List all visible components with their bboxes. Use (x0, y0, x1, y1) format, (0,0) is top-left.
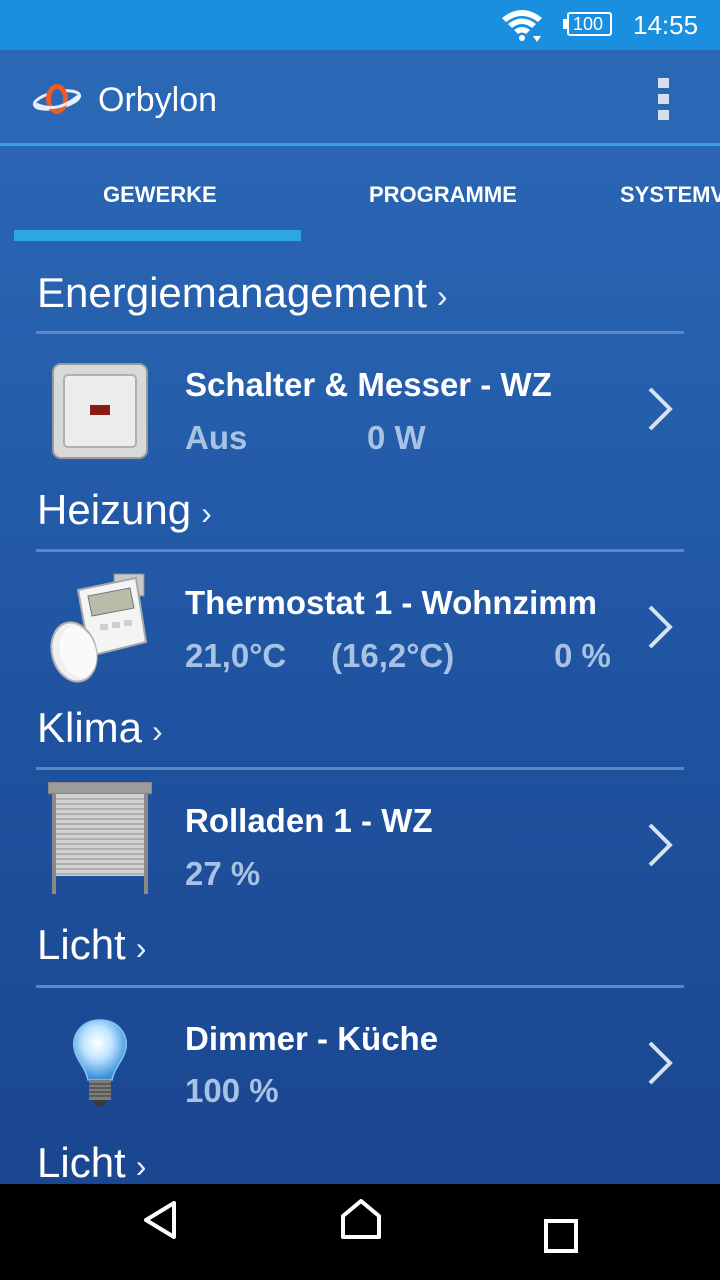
system-nav-bar (0, 1184, 720, 1280)
thermostat-icon (50, 573, 148, 683)
device-name: Schalter & Messer - WZ (185, 366, 552, 403)
light-bulb-icon (73, 1019, 127, 1106)
menu-dot-icon (658, 110, 669, 120)
section-title: Licht (37, 1139, 126, 1184)
orbylon-logo-icon (32, 84, 82, 114)
chevron-right-icon (648, 387, 673, 431)
status-bar: 100 14:55 (0, 0, 720, 50)
battery-level: 100 (572, 14, 604, 34)
status-time: 14:55 (633, 10, 699, 40)
back-icon[interactable] (140, 1200, 180, 1240)
section-header-licht[interactable]: Licht › (37, 920, 146, 973)
wifi-icon (502, 10, 542, 42)
device-target-temp: (16,2°C) (331, 637, 455, 674)
device-name: Dimmer - Küche (185, 1020, 439, 1057)
roller-shutter-icon (48, 782, 152, 894)
chevron-right-icon (648, 823, 673, 867)
section-divider (36, 767, 684, 770)
section-title: Klima (37, 704, 143, 751)
menu-dot-icon (658, 78, 669, 88)
section-header-klima[interactable]: Klima › (37, 703, 163, 756)
section-header-licht-2[interactable]: Licht › (37, 1138, 146, 1184)
section-header-energiemanagement[interactable]: Energiemanagement › (37, 268, 448, 321)
device-state: Aus (185, 419, 248, 456)
chevron-right-icon (648, 605, 673, 649)
chevron-right-icon: › (135, 930, 147, 966)
recents-icon[interactable] (543, 1218, 579, 1254)
battery-icon: 100 (563, 11, 613, 37)
device-level: 100 % (185, 1072, 279, 1109)
section-title: Heizung (37, 486, 192, 533)
chevron-right-icon (648, 1041, 673, 1085)
chevron-right-icon: › (152, 713, 163, 749)
tab-systemv[interactable]: SYSTEMV (620, 180, 720, 210)
home-icon[interactable] (339, 1198, 383, 1240)
tab-gewerke[interactable]: GEWERKE (103, 180, 217, 210)
device-name: Thermostat 1 - Wohnzimm (185, 584, 597, 621)
device-position: 27 % (185, 855, 261, 892)
section-divider (36, 331, 684, 334)
wall-switch-icon (52, 363, 148, 459)
app-title: Orbylon (98, 81, 218, 119)
chevron-right-icon: › (201, 495, 212, 531)
active-tab-indicator (14, 230, 301, 241)
chevron-right-icon: › (436, 278, 448, 314)
device-current-temp: 21,0°C (185, 637, 287, 674)
overflow-menu-button[interactable] (648, 74, 680, 124)
section-title: Energiemanagement (37, 269, 427, 316)
app-screen: 100 14:55 Orbylon GEWERKE PROGRAMME SYST… (0, 0, 720, 1184)
section-divider (36, 549, 684, 552)
device-name: Rolladen 1 - WZ (185, 802, 433, 839)
section-divider (36, 985, 684, 988)
device-valve: 0 % (554, 637, 611, 674)
chevron-right-icon: › (135, 1148, 147, 1184)
tab-programme[interactable]: PROGRAMME (369, 180, 517, 210)
section-header-heizung[interactable]: Heizung › (37, 485, 212, 538)
menu-dot-icon (658, 94, 669, 104)
section-title: Licht (37, 921, 126, 968)
device-power: 0 W (367, 419, 426, 456)
tab-bar: GEWERKE PROGRAMME SYSTEMV (0, 146, 720, 242)
